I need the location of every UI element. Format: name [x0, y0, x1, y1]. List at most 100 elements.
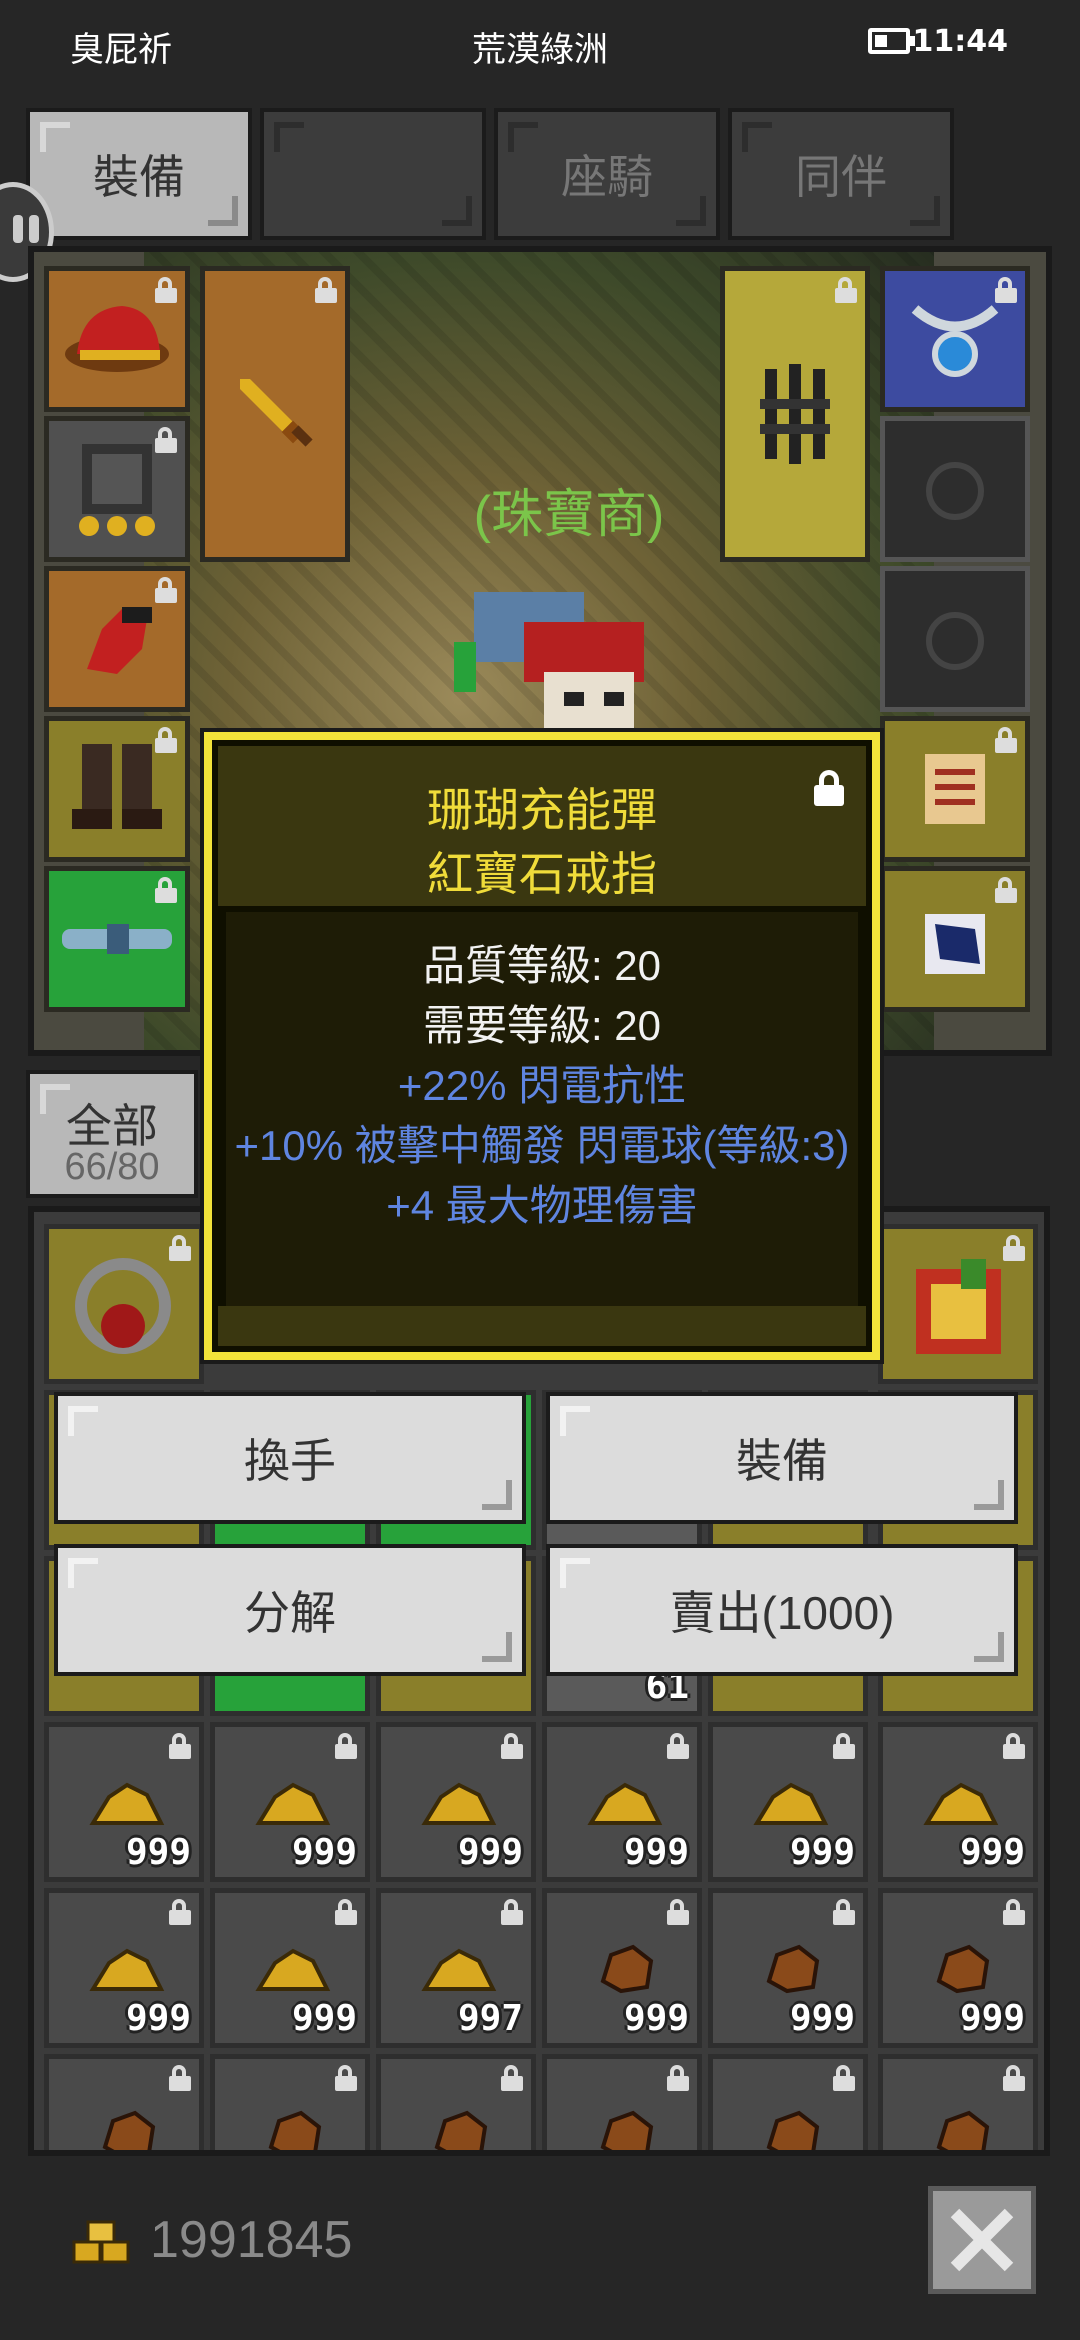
item-count: 999 [125, 1998, 191, 2039]
gold-icon [72, 2220, 130, 2264]
tab-label: 裝備 [93, 151, 185, 203]
equip-button[interactable]: 裝備 [546, 1392, 1018, 1524]
tab-label: 座騎 [561, 151, 653, 203]
slot-offhand[interactable] [720, 266, 870, 562]
slot-gloves[interactable] [44, 566, 190, 712]
copper-ore-icon [936, 1944, 990, 1994]
item-count: 999 [789, 1998, 855, 2039]
slot-amulet[interactable] [880, 266, 1030, 412]
inventory-slot[interactable] [708, 2054, 868, 2150]
character-sprite [454, 592, 644, 742]
empty-ring-slot-icon [926, 462, 984, 520]
inventory-slot[interactable]: 999 [210, 1722, 370, 1882]
inventory-slot[interactable]: 999 [376, 1722, 536, 1882]
copper-ore-icon [600, 1944, 654, 1994]
item-base-name: 紅寶石戒指 [427, 848, 657, 900]
disassemble-button[interactable]: 分解 [54, 1544, 526, 1676]
category-tabs: 裝備 座騎 同伴 [26, 108, 956, 242]
tab-companion[interactable]: 同伴 [728, 108, 954, 240]
inventory-slot[interactable]: 999 [878, 1888, 1038, 2048]
gold-ore-icon [255, 1948, 331, 1991]
inventory-slot[interactable]: 999 [542, 1888, 702, 2048]
inventory-slot[interactable]: 999 [878, 1722, 1038, 1882]
stat-lightning-resist: +22% 閃電抗性 [397, 1062, 687, 1109]
tab-empty[interactable] [260, 108, 486, 240]
inventory-slot[interactable] [44, 1224, 204, 1384]
tab-mount[interactable]: 座騎 [494, 108, 720, 240]
copper-ore-icon [766, 2110, 820, 2150]
item-count: 999 [291, 1832, 357, 1873]
clock: 11:44 [912, 24, 1009, 59]
tab-equipment[interactable]: 裝備 [26, 108, 252, 240]
status-bar: 臭屁祈 荒漠綠洲 11:44 [0, 0, 1080, 90]
button-label: 換手 [244, 1435, 336, 1487]
red-hat-icon [65, 306, 169, 372]
inventory-slot[interactable]: 999 [210, 1888, 370, 2048]
inventory-slot[interactable] [878, 2054, 1038, 2150]
item-count: 999 [789, 1832, 855, 1873]
slot-weapon[interactable] [200, 266, 350, 562]
inventory-slot[interactable]: 999 [708, 1722, 868, 1882]
boots-icon [72, 744, 162, 829]
item-count: 999 [623, 1832, 689, 1873]
slot-ring-2[interactable] [880, 566, 1030, 712]
stat-max-physical-damage: +4 最大物理傷害 [386, 1182, 698, 1229]
inventory-slot[interactable]: 997 [376, 1888, 536, 2048]
slot-ring-1[interactable] [880, 416, 1030, 562]
dagger-icon [240, 379, 313, 447]
tab-label: 同伴 [795, 151, 887, 203]
gold-ore-icon [421, 1948, 497, 1991]
inventory-slot[interactable]: 999 [44, 1888, 204, 2048]
tooltip-footer [218, 1306, 866, 1346]
gold-ore-icon [89, 1782, 165, 1825]
slot-armor[interactable] [44, 416, 190, 562]
stat-on-hit-proc: +10% 被擊中觸發 閃電球(等級:3) [234, 1122, 850, 1169]
gold-ore-icon [753, 1782, 829, 1825]
required-level: 需要等級: 20 [422, 1002, 662, 1049]
item-count: 999 [623, 1998, 689, 2039]
item-count: 999 [291, 1998, 357, 2039]
swap-hand-button[interactable]: 換手 [54, 1392, 526, 1524]
inventory-slot[interactable] [44, 2054, 204, 2150]
inventory-slot[interactable] [210, 2054, 370, 2150]
sell-button[interactable]: 賣出(1000) [546, 1544, 1018, 1676]
copper-ore-icon [936, 2110, 990, 2150]
inventory-slot[interactable]: 999 [542, 1722, 702, 1882]
gold-amount: 1991845 [150, 2211, 353, 2269]
scroll-icon [925, 754, 985, 824]
empty-ring-slot-icon [926, 612, 984, 670]
gold-ore-icon [421, 1782, 497, 1825]
inventory-filter-all[interactable]: 全部 66/80 [26, 1070, 198, 1198]
slot-pet[interactable] [880, 866, 1030, 1012]
slot-belt[interactable] [44, 866, 190, 1012]
claw-weapon-icon [760, 364, 830, 464]
item-count: 999 [959, 1832, 1025, 1873]
button-label: 分解 [244, 1587, 336, 1639]
copper-ore-icon [102, 2110, 156, 2150]
spellbook-icon [916, 1259, 1001, 1354]
slot-helmet[interactable] [44, 266, 190, 412]
close-button[interactable] [928, 2186, 1036, 2294]
inventory-slot[interactable]: 999 [708, 1888, 868, 2048]
gold-ore-icon [923, 1782, 999, 1825]
belt-icon [62, 924, 172, 954]
slot-boots[interactable] [44, 716, 190, 862]
inventory-slot[interactable]: 999 [44, 1722, 204, 1882]
inventory-slot[interactable] [542, 2054, 702, 2150]
slot-scroll[interactable] [880, 716, 1030, 862]
copper-ore-icon [600, 2110, 654, 2150]
inventory-slot[interactable] [376, 2054, 536, 2150]
lock-icon[interactable] [814, 770, 844, 806]
button-label: 賣出(1000) [669, 1587, 895, 1639]
tooltip-header: 珊瑚充能彈 紅寶石戒指 [218, 746, 866, 906]
copper-ore-icon [766, 1944, 820, 1994]
gold-ore-icon [255, 1782, 331, 1825]
ruby-ring-icon [75, 1258, 171, 1354]
quality-level: 品質等級: 20 [422, 942, 662, 989]
item-count: 999 [125, 1832, 191, 1873]
copper-ore-icon [268, 2110, 322, 2150]
inventory-slot[interactable] [878, 1224, 1038, 1384]
bird-icon [925, 914, 985, 974]
character-title: (珠寶商) [473, 486, 665, 544]
gold-ore-icon [587, 1782, 663, 1825]
